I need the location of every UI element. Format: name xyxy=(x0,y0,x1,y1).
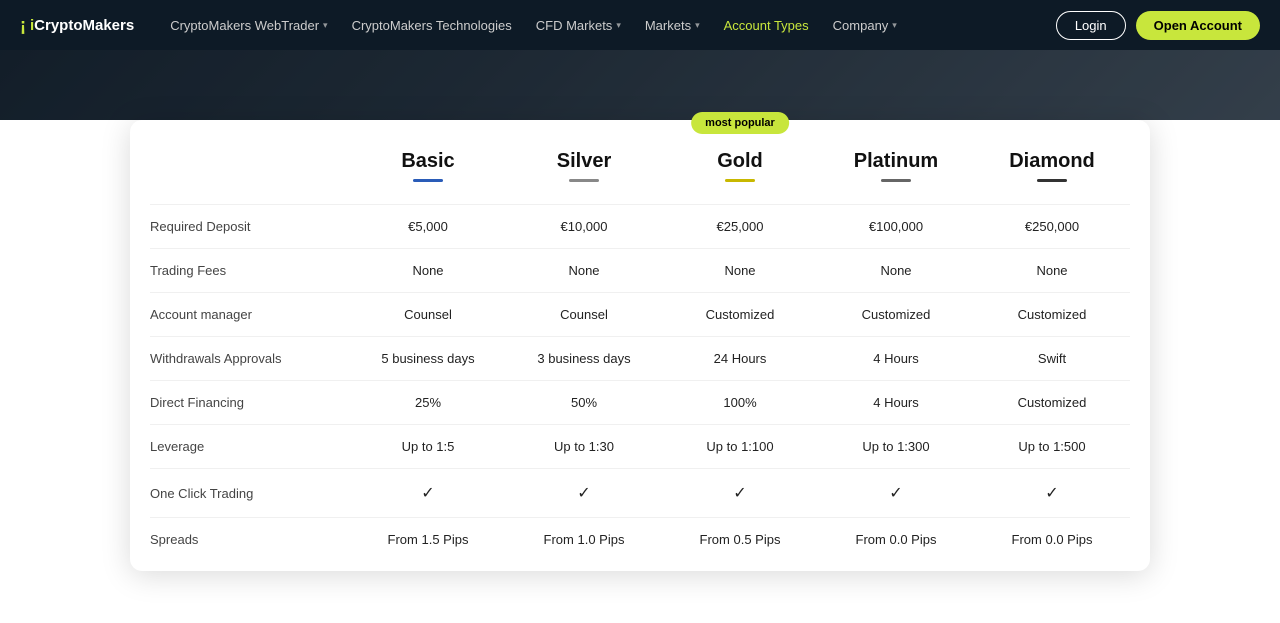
value-diamond-financing: Customized xyxy=(974,395,1130,410)
row-trading-fees: Trading Fees None None None None None xyxy=(150,248,1130,292)
row-direct-financing: Direct Financing 25% 50% 100% 4 Hours Cu… xyxy=(150,380,1130,424)
value-gold-spreads: From 0.5 Pips xyxy=(662,532,818,547)
plan-header-gold: most popular Gold xyxy=(662,150,818,194)
feature-spreads: Spreads xyxy=(150,532,350,547)
value-silver-withdrawals: 3 business days xyxy=(506,351,662,366)
value-gold-fees: None xyxy=(662,263,818,278)
logo[interactable]: ¡ iCryptoMakers xyxy=(20,15,134,36)
row-one-click-trading: One Click Trading ✓ ✓ ✓ ✓ ✓ xyxy=(150,468,1130,517)
value-diamond-deposit: €250,000 xyxy=(974,219,1130,234)
value-basic-financing: 25% xyxy=(350,395,506,410)
value-diamond-manager: Customized xyxy=(974,307,1130,322)
value-gold-leverage: Up to 1:100 xyxy=(662,439,818,454)
most-popular-badge: most popular xyxy=(691,112,789,134)
plan-header-diamond: Diamond xyxy=(974,150,1130,194)
login-button[interactable]: Login xyxy=(1056,11,1126,40)
value-silver-deposit: €10,000 xyxy=(506,219,662,234)
logo-text: iCryptoMakers xyxy=(30,17,134,34)
plan-header-silver: Silver xyxy=(506,150,662,194)
plan-underline-basic xyxy=(413,179,443,182)
header-empty-col xyxy=(150,150,350,194)
value-platinum-financing: 4 Hours xyxy=(818,395,974,410)
value-silver-spreads: From 1.0 Pips xyxy=(506,532,662,547)
plan-name-silver: Silver xyxy=(506,150,662,173)
nav-item-technologies[interactable]: CryptoMakers Technologies xyxy=(342,12,522,39)
plan-name-gold: Gold xyxy=(662,150,818,173)
chevron-down-icon: ▾ xyxy=(892,20,897,31)
value-basic-deposit: €5,000 xyxy=(350,219,506,234)
nav-item-webtrader[interactable]: CryptoMakers WebTrader ▾ xyxy=(160,12,337,39)
chevron-down-icon: ▾ xyxy=(695,20,700,31)
nav-item-cfd-markets[interactable]: CFD Markets ▾ xyxy=(526,12,631,39)
pricing-table: Basic Silver most popular Gold Platinum xyxy=(130,120,1150,571)
plan-underline-diamond xyxy=(1037,179,1067,182)
value-diamond-spreads: From 0.0 Pips xyxy=(974,532,1130,547)
row-spreads: Spreads From 1.5 Pips From 1.0 Pips From… xyxy=(150,517,1130,561)
plan-underline-silver xyxy=(569,179,599,182)
value-platinum-oneclick: ✓ xyxy=(818,483,974,503)
value-basic-leverage: Up to 1:5 xyxy=(350,439,506,454)
value-platinum-spreads: From 0.0 Pips xyxy=(818,532,974,547)
value-platinum-withdrawals: 4 Hours xyxy=(818,351,974,366)
plan-header-platinum: Platinum xyxy=(818,150,974,194)
feature-account-manager: Account manager xyxy=(150,307,350,322)
value-basic-spreads: From 1.5 Pips xyxy=(350,532,506,547)
feature-trading-fees: Trading Fees xyxy=(150,263,350,278)
value-gold-withdrawals: 24 Hours xyxy=(662,351,818,366)
plan-name-platinum: Platinum xyxy=(818,150,974,173)
nav-item-company[interactable]: Company ▾ xyxy=(823,12,907,39)
row-required-deposit: Required Deposit €5,000 €10,000 €25,000 … xyxy=(150,204,1130,248)
value-diamond-leverage: Up to 1:500 xyxy=(974,439,1130,454)
feature-one-click-trading: One Click Trading xyxy=(150,486,350,501)
value-platinum-manager: Customized xyxy=(818,307,974,322)
value-diamond-withdrawals: Swift xyxy=(974,351,1130,366)
row-account-manager: Account manager Counsel Counsel Customiz… xyxy=(150,292,1130,336)
pricing-header: Basic Silver most popular Gold Platinum xyxy=(150,150,1130,194)
value-platinum-deposit: €100,000 xyxy=(818,219,974,234)
value-silver-financing: 50% xyxy=(506,395,662,410)
feature-withdrawals: Withdrawals Approvals xyxy=(150,351,350,366)
plan-name-diamond: Diamond xyxy=(974,150,1130,173)
plan-name-basic: Basic xyxy=(350,150,506,173)
value-gold-oneclick: ✓ xyxy=(662,483,818,503)
nav-actions: Login Open Account xyxy=(1056,11,1260,40)
row-leverage: Leverage Up to 1:5 Up to 1:30 Up to 1:10… xyxy=(150,424,1130,468)
navbar: ¡ iCryptoMakers CryptoMakers WebTrader ▾… xyxy=(0,0,1280,50)
logo-icon: ¡ xyxy=(20,15,26,36)
value-gold-manager: Customized xyxy=(662,307,818,322)
open-account-button[interactable]: Open Account xyxy=(1136,11,1260,40)
chevron-down-icon: ▾ xyxy=(616,20,621,31)
nav-item-account-types[interactable]: Account Types xyxy=(714,12,819,39)
feature-required-deposit: Required Deposit xyxy=(150,219,350,234)
pricing-rows: Required Deposit €5,000 €10,000 €25,000 … xyxy=(150,204,1130,561)
plan-underline-platinum xyxy=(881,179,911,182)
value-diamond-fees: None xyxy=(974,263,1130,278)
value-basic-oneclick: ✓ xyxy=(350,483,506,503)
row-withdrawals: Withdrawals Approvals 5 business days 3 … xyxy=(150,336,1130,380)
nav-item-markets[interactable]: Markets ▾ xyxy=(635,12,710,39)
value-silver-leverage: Up to 1:30 xyxy=(506,439,662,454)
value-silver-oneclick: ✓ xyxy=(506,483,662,503)
value-silver-fees: None xyxy=(506,263,662,278)
value-basic-withdrawals: 5 business days xyxy=(350,351,506,366)
plan-header-basic: Basic xyxy=(350,150,506,194)
value-diamond-oneclick: ✓ xyxy=(974,483,1130,503)
value-gold-deposit: €25,000 xyxy=(662,219,818,234)
value-platinum-leverage: Up to 1:300 xyxy=(818,439,974,454)
nav-menu: CryptoMakers WebTrader ▾ CryptoMakers Te… xyxy=(160,12,1046,39)
chevron-down-icon: ▾ xyxy=(323,20,328,31)
value-gold-financing: 100% xyxy=(662,395,818,410)
plan-underline-gold xyxy=(725,179,755,182)
value-basic-fees: None xyxy=(350,263,506,278)
value-platinum-fees: None xyxy=(818,263,974,278)
value-silver-manager: Counsel xyxy=(506,307,662,322)
feature-direct-financing: Direct Financing xyxy=(150,395,350,410)
content-area: Basic Silver most popular Gold Platinum xyxy=(0,120,1280,571)
feature-leverage: Leverage xyxy=(150,439,350,454)
value-basic-manager: Counsel xyxy=(350,307,506,322)
